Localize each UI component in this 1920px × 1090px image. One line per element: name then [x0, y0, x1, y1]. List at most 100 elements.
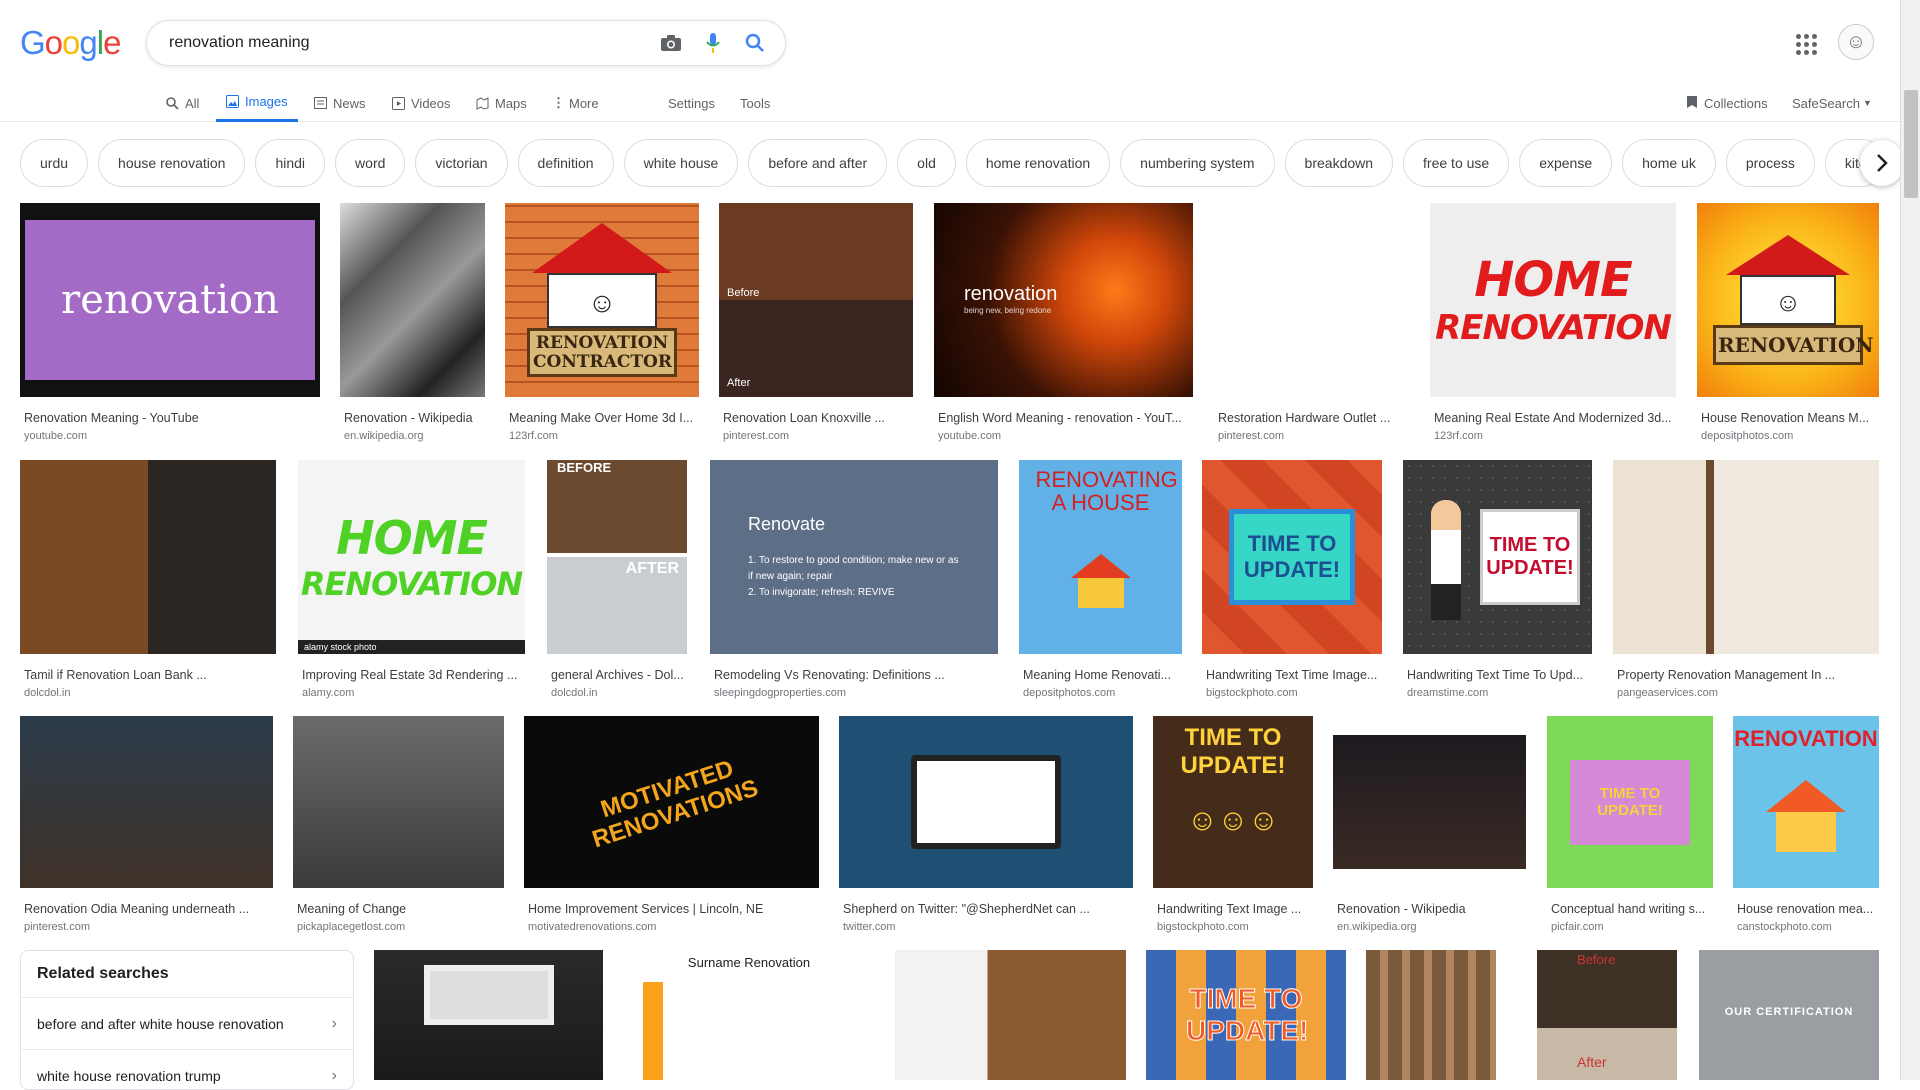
result-thumbnail[interactable]: HOME RENOVATION [1430, 203, 1676, 397]
image-result[interactable]: Restoration Hardware Outlet ... pinteres… [1214, 203, 1408, 442]
camera-icon[interactable] [659, 31, 683, 55]
search-icon[interactable] [743, 31, 767, 55]
result-thumbnail[interactable]: TIME TO UPDATE! [1202, 460, 1382, 654]
result-caption[interactable]: Remodeling Vs Renovating: Definitions ..… [710, 668, 998, 682]
image-result[interactable]: renovation Renovation Meaning - YouTube … [20, 203, 320, 442]
result-caption[interactable]: Handwriting Text Image ... [1153, 902, 1313, 916]
result-thumbnail[interactable] [374, 950, 603, 1080]
result-thumbnail[interactable]: HOME RENOVATION alamy stock photo [298, 460, 525, 654]
chip[interactable]: definition [517, 139, 614, 187]
chip[interactable]: home uk [1622, 139, 1716, 187]
image-result[interactable]: HOME RENOVATION alamy stock photo Improv… [298, 460, 525, 699]
related-search-item[interactable]: white house renovation trump › [21, 1050, 353, 1089]
result-thumbnail[interactable]: ☺ RENOVATION [1697, 203, 1879, 397]
tab-more[interactable]: ⋮ More [552, 84, 599, 122]
result-caption[interactable]: general Archives - Dol... [547, 668, 687, 682]
image-result[interactable]: TIME TO UPDATE! Handwriting Text Time Im… [1202, 460, 1382, 699]
result-thumbnail[interactable] [1613, 460, 1879, 654]
image-result[interactable]: ☺ RENOVATION CONTRACTOR Meaning Make Ove… [505, 203, 699, 442]
result-thumbnail[interactable]: TIME TO UPDATE! [1547, 716, 1713, 888]
chip[interactable]: expense [1519, 139, 1613, 187]
chip[interactable]: old [897, 139, 956, 187]
result-thumbnail[interactable]: TIME TO UPDATE! ☺☺☺ [1153, 716, 1313, 888]
result-caption[interactable]: Conceptual hand writing s... [1547, 902, 1713, 916]
chip[interactable]: free to use [1403, 139, 1510, 187]
google-logo[interactable]: Google [20, 24, 121, 62]
avatar[interactable]: ☺ [1838, 24, 1874, 60]
apps-icon[interactable] [1794, 32, 1818, 56]
image-result[interactable]: Tamil if Renovation Loan Bank ... dolcdo… [20, 460, 276, 699]
chip[interactable]: victorian [415, 139, 508, 187]
image-result[interactable] [1366, 950, 1496, 1080]
image-result[interactable]: Meaning of Change pickaplacegetlost.com [293, 716, 504, 933]
result-caption[interactable]: Improving Real Estate 3d Rendering ... [298, 668, 525, 682]
result-caption[interactable]: Shepherd on Twitter: "@ShepherdNet can .… [839, 902, 1133, 916]
image-result[interactable]: Renovation - Wikipedia en.wikipedia.org [1333, 716, 1526, 933]
chip[interactable]: urdu [20, 139, 89, 187]
chip[interactable]: word [335, 139, 406, 187]
image-result[interactable] [895, 950, 1126, 1080]
result-thumbnail[interactable]: Before After [1537, 950, 1677, 1080]
result-caption[interactable]: Restoration Hardware Outlet ... [1214, 411, 1408, 425]
image-result[interactable]: renovation being new, being redone Englis… [934, 203, 1193, 442]
result-caption[interactable]: Meaning of Change [293, 902, 504, 916]
chip[interactable]: house renovation [98, 139, 246, 187]
result-caption[interactable]: Renovation Loan Knoxville ... [719, 411, 913, 425]
image-result[interactable]: Before After Renovation Loan Knoxville .… [719, 203, 913, 442]
chip[interactable]: home renovation [965, 139, 1111, 187]
tab-tools[interactable]: Tools [740, 84, 770, 122]
result-thumbnail[interactable] [1333, 716, 1526, 888]
result-caption[interactable]: Handwriting Text Time Image... [1202, 668, 1382, 682]
search-input[interactable] [167, 33, 641, 53]
image-result[interactable]: Before After [1537, 950, 1677, 1080]
result-caption[interactable]: House Renovation Means M... [1697, 411, 1879, 425]
related-search-item[interactable]: before and after white house renovation … [21, 998, 353, 1050]
mic-icon[interactable] [701, 31, 725, 55]
tab-maps[interactable]: Maps [476, 84, 527, 122]
chip[interactable]: hindi [255, 139, 326, 187]
chip[interactable]: breakdown [1284, 139, 1394, 187]
image-result[interactable]: Surname Renovation [623, 950, 875, 1080]
result-thumbnail[interactable]: TIME TO UPDATE! [1403, 460, 1592, 654]
collections-link[interactable]: Collections [1686, 84, 1768, 122]
result-thumbnail[interactable]: MOTIVATED RENOVATIONS [524, 716, 819, 888]
image-result[interactable]: TIME TO UPDATE! [1146, 950, 1346, 1080]
result-caption[interactable]: Property Renovation Management In ... [1613, 668, 1879, 682]
result-thumbnail[interactable]: renovation [20, 203, 320, 397]
result-thumbnail[interactable] [895, 950, 1126, 1080]
result-thumbnail[interactable]: RENOVATING A HOUSE [1019, 460, 1182, 654]
result-caption[interactable]: English Word Meaning - renovation - YouT… [934, 411, 1193, 425]
tab-all[interactable]: All [166, 84, 199, 122]
result-thumbnail[interactable] [340, 203, 485, 397]
result-thumbnail[interactable]: TIME TO UPDATE! [1146, 950, 1346, 1080]
image-result[interactable] [374, 950, 603, 1080]
image-result[interactable]: OUR CERTIFICATION [1699, 950, 1879, 1080]
tab-images[interactable]: Images [216, 84, 298, 122]
image-result[interactable]: TIME TO UPDATE! Handwriting Text Time To… [1403, 460, 1592, 699]
chip[interactable]: process [1725, 139, 1815, 187]
image-result[interactable]: TIME TO UPDATE! ☺☺☺ Handwriting Text Ima… [1153, 716, 1313, 933]
result-caption[interactable]: Tamil if Renovation Loan Bank ... [20, 668, 276, 682]
image-result[interactable]: Renovate 1. To restore to good condition… [710, 460, 998, 699]
result-thumbnail[interactable]: OUR CERTIFICATION [1699, 950, 1879, 1080]
safesearch-dropdown[interactable]: SafeSearch ▼ [1792, 84, 1872, 122]
result-thumbnail[interactable] [20, 460, 276, 654]
image-result[interactable]: BEFORE AFTER general Archives - Dol... d… [547, 460, 687, 699]
result-caption[interactable]: Renovation Meaning - YouTube [20, 411, 320, 425]
chevron-right-icon[interactable] [1860, 140, 1904, 186]
image-result[interactable]: RENOVATING A HOUSE Meaning Home Renovati… [1019, 460, 1182, 699]
image-result[interactable]: RENOVATION House renovation mea... canst… [1733, 716, 1879, 933]
image-result[interactable]: TIME TO UPDATE! Conceptual hand writing … [1547, 716, 1713, 933]
result-thumbnail[interactable]: ☺ RENOVATION CONTRACTOR [505, 203, 699, 397]
scrollbar-thumb[interactable] [1904, 90, 1918, 198]
result-thumbnail[interactable]: BEFORE AFTER [547, 460, 687, 654]
image-result[interactable]: Property Renovation Management In ... pa… [1613, 460, 1879, 699]
result-caption[interactable]: Renovation - Wikipedia [1333, 902, 1526, 916]
result-caption[interactable]: Meaning Home Renovati... [1019, 668, 1182, 682]
chip[interactable]: before and after [748, 139, 888, 187]
tab-videos[interactable]: Videos [392, 84, 451, 122]
result-thumbnail[interactable] [293, 716, 504, 888]
image-result[interactable]: HOME RENOVATION Meaning Real Estate And … [1430, 203, 1676, 442]
result-caption[interactable]: Meaning Make Over Home 3d I... [505, 411, 699, 425]
image-result[interactable]: Renovation Odia Meaning underneath ... p… [20, 716, 273, 933]
